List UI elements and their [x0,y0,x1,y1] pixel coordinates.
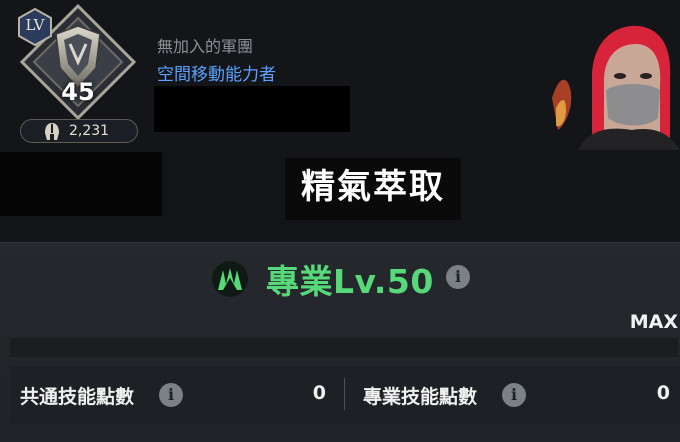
redacted-block [154,86,350,132]
info-icon[interactable]: i [446,265,470,289]
profession-level: 專業Lv.50 [266,262,434,301]
helmet-icon [45,123,59,140]
player-level: 45 [61,78,95,106]
combat-power-value: 2,231 [69,123,110,139]
common-skill-points-value: 0 [312,382,326,404]
progress-fill [10,338,678,357]
info-icon[interactable]: i [159,383,183,407]
page-title: 精氣萃取 [301,167,445,207]
player-title: 空間移動能力者 [157,65,276,85]
combat-power-pill: 2,231 [20,119,138,143]
profession-progress-bar [10,338,678,357]
progress-max-label: MAX [629,311,678,333]
divider [344,378,345,410]
info-icon[interactable]: i [502,383,526,407]
profession-emblem-icon [212,261,248,297]
lv-badge-text: LV [25,16,45,34]
legion-status: 無加入的軍團 [157,37,254,56]
profession-skill-points-value: 0 [656,382,670,404]
redacted-block [0,152,162,216]
common-skill-points-label: 共通技能點數 [20,386,135,408]
profession-skill-points-label: 專業技能點數 [363,386,478,408]
character-portrait [548,18,680,150]
